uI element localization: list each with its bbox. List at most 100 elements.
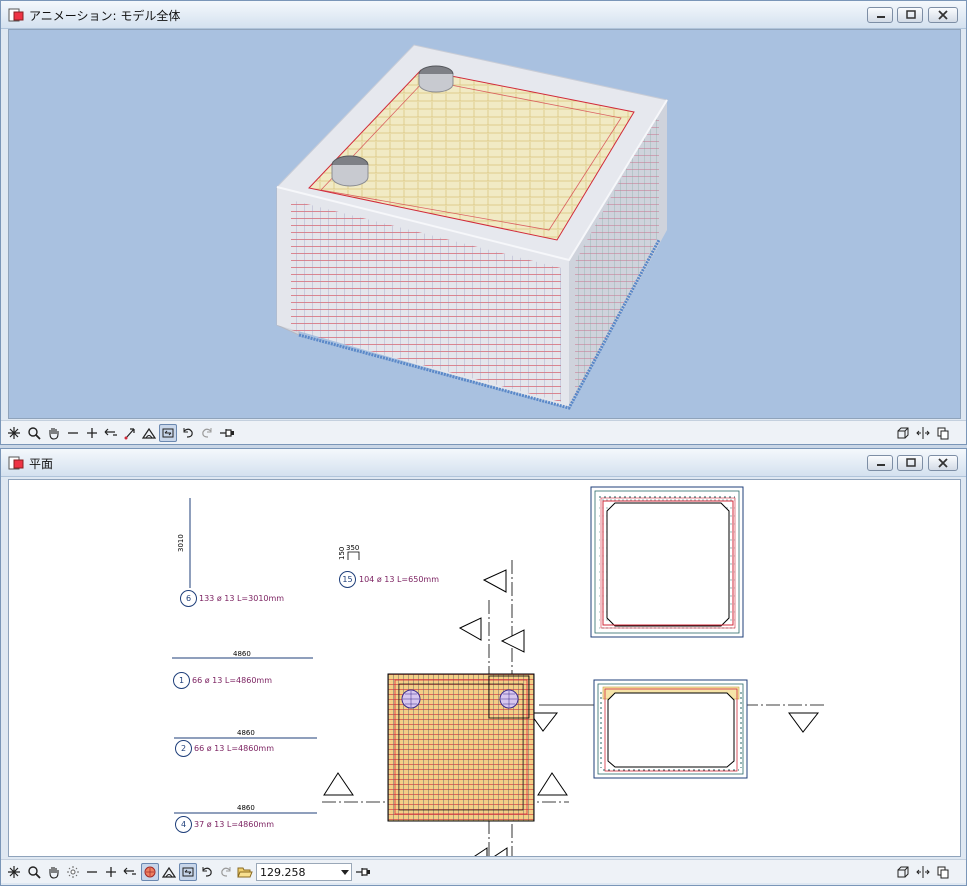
split-view-button[interactable]	[914, 424, 932, 442]
undo-button[interactable]	[198, 863, 216, 881]
split-view-button[interactable]	[914, 863, 932, 881]
zoom-scale-combobox[interactable]: 129.258	[256, 863, 352, 881]
maximize-button[interactable]	[897, 455, 923, 471]
3d-box-icon	[897, 866, 909, 878]
animation-titlebar[interactable]: アニメーション: モデル全体	[1, 1, 966, 29]
minimize-button[interactable]	[867, 7, 893, 23]
home-icon	[142, 427, 156, 439]
arrow-left-icon	[104, 428, 117, 436]
zoom-button[interactable]	[25, 424, 43, 442]
pin-button[interactable]	[354, 863, 372, 881]
pin-icon	[220, 429, 234, 437]
reset-view-button[interactable]	[5, 863, 23, 881]
undo-icon	[183, 428, 193, 438]
copy-icon	[937, 427, 949, 440]
zoom-in-button[interactable]	[83, 424, 101, 442]
zoom-scale-value: 129.258	[260, 866, 306, 879]
pin-button[interactable]	[218, 424, 236, 442]
reset-view-button[interactable]	[5, 424, 23, 442]
copy-view-button[interactable]	[934, 424, 952, 442]
home-icon	[162, 866, 176, 878]
plus-icon	[106, 867, 116, 877]
minimize-button[interactable]	[867, 455, 893, 471]
copy-view-button[interactable]	[934, 863, 952, 881]
zoom-icon	[28, 866, 41, 879]
bar-mark-label-4: 37 ø 13 L=4860mm	[194, 820, 274, 829]
undo-button[interactable]	[179, 424, 197, 442]
render-icon	[144, 866, 156, 878]
pan-hand-icon	[49, 867, 59, 879]
undo-icon	[202, 867, 212, 877]
minimize-icon	[877, 464, 885, 466]
maximize-icon	[906, 10, 916, 19]
asterisk-icon	[8, 866, 20, 878]
dim-label-mark-6: 3010	[177, 534, 185, 552]
3d-view-button[interactable]	[894, 424, 912, 442]
pan-hand-icon	[49, 428, 59, 440]
3d-model-viewport[interactable]	[8, 29, 961, 419]
redo-button[interactable]	[198, 424, 216, 442]
rotate-mode-button[interactable]	[159, 424, 177, 442]
open-folder-icon	[237, 867, 253, 878]
window-title: 平面	[29, 457, 54, 471]
home-view-button[interactable]	[160, 863, 178, 881]
minus-icon	[87, 871, 97, 873]
maximize-button[interactable]	[897, 7, 923, 23]
open-button[interactable]	[236, 863, 254, 881]
bar-mark-circle-1[interactable]: 1	[173, 672, 190, 689]
zoom-in-button[interactable]	[102, 863, 120, 881]
plan-drawing	[172, 486, 824, 856]
minimize-icon	[877, 16, 885, 18]
rotate-icon	[162, 428, 174, 438]
previous-view-button[interactable]	[102, 424, 120, 442]
minus-icon	[68, 432, 78, 434]
redo-icon	[221, 867, 231, 877]
bar-mark-circle-4[interactable]: 4	[175, 816, 192, 833]
zoom-icon	[28, 427, 41, 440]
previous-view-button[interactable]	[121, 863, 139, 881]
zoom-button[interactable]	[25, 863, 43, 881]
close-icon	[938, 10, 948, 20]
bar-mark-label-2: 66 ø 13 L=4860mm	[194, 744, 274, 753]
bar-mark-circle-15[interactable]: 15	[339, 571, 356, 588]
axis-view-button[interactable]	[121, 424, 139, 442]
dim-label-mark-15b: 350	[346, 544, 360, 552]
split-icon	[916, 866, 930, 878]
bar-mark-label-15: 104 ø 13 L=650mm	[359, 575, 439, 584]
plan-toolbar: 129.258	[1, 859, 966, 883]
copy-icon	[937, 866, 949, 879]
home-view-button[interactable]	[140, 424, 158, 442]
plan-titlebar[interactable]: 平面	[1, 449, 966, 477]
axis-icon	[124, 428, 135, 440]
zoom-out-button[interactable]	[83, 863, 101, 881]
close-icon	[938, 458, 948, 468]
bar-mark-label-6: 133 ø 13 L=3010mm	[199, 594, 285, 603]
close-button[interactable]	[928, 455, 958, 471]
app-icon	[8, 8, 24, 22]
arrow-left-icon	[123, 867, 136, 875]
bar-mark-circle-2[interactable]: 2	[175, 740, 192, 757]
light-button[interactable]	[64, 863, 82, 881]
rotate-mode-button[interactable]	[179, 863, 197, 881]
plan-drawing-canvas[interactable]: 3010 6 133 ø 13 L=3010mm 150 350 15 104 …	[8, 479, 961, 857]
pin-icon	[356, 868, 370, 876]
zoom-out-button[interactable]	[64, 424, 82, 442]
bar-mark-label-1: 66 ø 13 L=4860mm	[192, 676, 272, 685]
plan-window: 平面 3010 6 133 ø 13 L=3010mm 150 350 15 1…	[0, 448, 967, 886]
chevron-down-icon	[341, 870, 349, 875]
3d-box-icon	[897, 427, 909, 439]
app-icon	[8, 456, 24, 470]
pan-button[interactable]	[45, 424, 63, 442]
dim-label-mark-2: 4860	[237, 729, 255, 737]
redo-button[interactable]	[217, 863, 235, 881]
close-button[interactable]	[928, 7, 958, 23]
animation-toolbar	[1, 420, 966, 444]
sun-icon	[67, 866, 79, 878]
animation-window: アニメーション: モデル全体	[0, 0, 967, 445]
plus-icon	[87, 428, 97, 438]
bar-mark-circle-6[interactable]: 6	[180, 590, 197, 607]
pan-button[interactable]	[45, 863, 63, 881]
redo-icon	[202, 428, 212, 438]
3d-view-button[interactable]	[894, 863, 912, 881]
render-button[interactable]	[141, 863, 159, 881]
